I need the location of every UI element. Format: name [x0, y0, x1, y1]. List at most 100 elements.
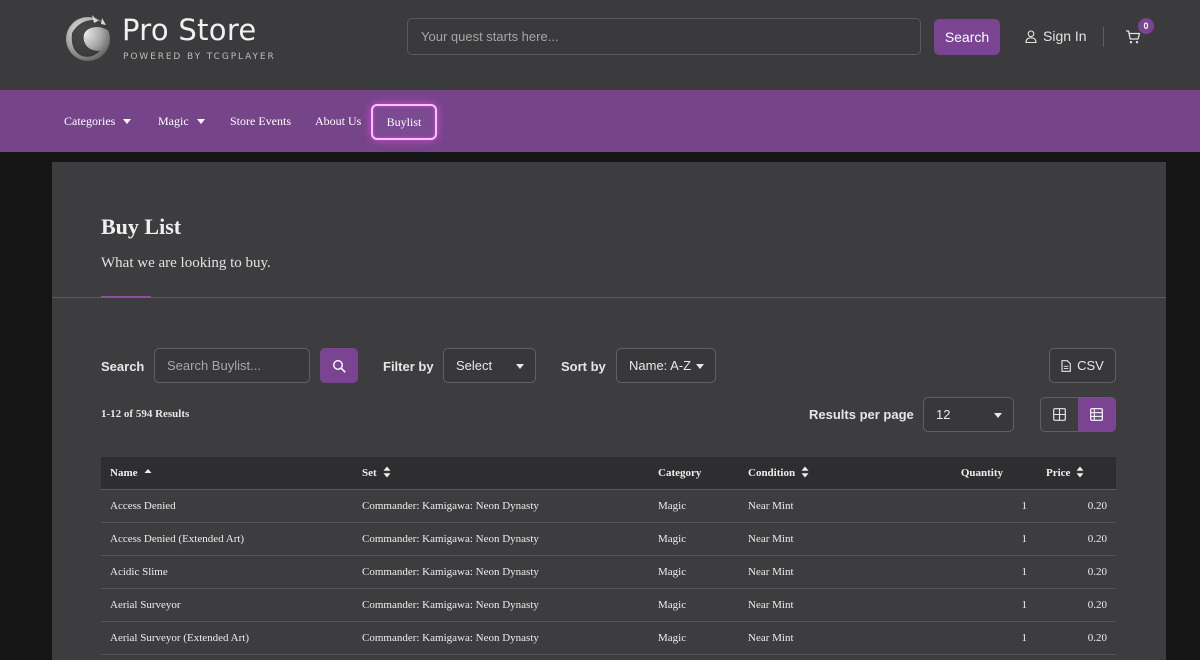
cell-category: Magic	[658, 566, 687, 578]
sign-in-link[interactable]: Sign In	[1025, 28, 1087, 44]
cell-set: Commander: Kamigawa: Neon Dynasty	[362, 566, 539, 578]
nav-item-label: Buylist	[386, 114, 422, 129]
nav-item-store-events[interactable]: Store Events	[230, 90, 291, 152]
nav-item-label: Magic	[158, 113, 189, 128]
cell-name: Access Denied (Extended Art)	[110, 533, 245, 545]
chevron-down-icon	[994, 413, 1002, 418]
logo-title: Pro Store	[122, 13, 257, 47]
nav-item-label: Categories	[64, 113, 116, 128]
column-header-name[interactable]: Name	[110, 457, 152, 490]
table-row[interactable]: Access Denied (Extended Art) Commander: …	[101, 523, 1116, 556]
table-header: Name Set Category Condition Quantity Pri…	[101, 457, 1116, 490]
chevron-down-icon	[123, 118, 132, 124]
cell-condition: Near Mint	[748, 599, 794, 611]
buylist-search-button[interactable]	[320, 348, 358, 383]
buylist-search-field[interactable]	[154, 348, 310, 383]
nav-item-categories[interactable]: Categories	[64, 90, 132, 152]
cell-category: Magic	[658, 533, 687, 545]
sort-asc-icon	[144, 469, 151, 474]
cell-condition: Near Mint	[748, 566, 794, 578]
nav-item-buylist[interactable]: Buylist	[371, 104, 437, 140]
cell-quantity: 1	[1021, 599, 1028, 611]
nav-item-about-us[interactable]: About Us	[315, 90, 361, 152]
cell-set: Commander: Kamigawa: Neon Dynasty	[362, 632, 539, 644]
cell-price: 0.20	[1087, 566, 1107, 578]
section-divider	[52, 297, 1166, 298]
column-header-label: Set	[362, 467, 377, 479]
cell-condition: Near Mint	[748, 632, 794, 644]
sort-icon	[383, 466, 391, 478]
dragon-logo-icon	[66, 15, 110, 61]
cell-category: Magic	[658, 500, 687, 512]
nav-item-magic[interactable]: Magic	[158, 90, 205, 152]
table-row[interactable]: Aerial Surveyor (Extended Art) Commander…	[101, 622, 1116, 655]
grid-view-icon	[1053, 408, 1066, 421]
cell-condition: Near Mint	[748, 500, 794, 512]
store-logo[interactable]: Pro Store POWERED BY TCGPLAYER	[62, 11, 282, 67]
column-header-label: Category	[658, 467, 702, 479]
sort-icon	[1076, 466, 1084, 478]
site-search-button[interactable]: Search	[934, 19, 1000, 55]
cell-price: 0.20	[1087, 599, 1107, 611]
sort-select-value: Name: A-Z	[629, 358, 692, 373]
list-view-icon	[1090, 408, 1103, 421]
file-icon	[1061, 359, 1071, 372]
column-header-label: Quantity	[960, 467, 1003, 479]
logo-subtitle: POWERED BY TCGPLAYER	[123, 52, 276, 62]
page-subtitle: What we are looking to buy.	[101, 255, 271, 271]
table-row[interactable]: Aerial Surveyor Commander: Kamigawa: Neo…	[101, 589, 1116, 622]
column-header-set[interactable]: Set	[362, 457, 391, 490]
column-header-quantity: Quantity	[961, 457, 1003, 490]
sort-icon	[801, 466, 809, 478]
csv-export-button[interactable]: CSV	[1049, 348, 1116, 383]
per-page-select[interactable]: 12	[923, 397, 1014, 432]
sign-in-label: Sign In	[1043, 28, 1087, 44]
column-header-category: Category	[658, 457, 701, 490]
cart-icon[interactable]	[1125, 29, 1141, 45]
view-toggle	[1040, 397, 1116, 432]
filter-label: Filter by	[383, 359, 434, 374]
csv-export-label: CSV	[1077, 358, 1104, 373]
sort-label: Sort by	[561, 359, 606, 374]
column-header-condition[interactable]: Condition	[748, 457, 809, 490]
site-search-input[interactable]	[407, 18, 921, 55]
grid-view-button[interactable]	[1041, 398, 1078, 431]
list-view-button[interactable]	[1078, 398, 1115, 431]
section-divider-accent	[101, 296, 151, 298]
cell-price: 0.20	[1087, 632, 1107, 644]
table-row[interactable]: Acidic Slime Commander: Kamigawa: Neon D…	[101, 556, 1116, 589]
filter-select[interactable]: Select	[443, 348, 536, 383]
buylist-search-input[interactable]	[167, 358, 297, 373]
chevron-down-icon	[696, 364, 704, 369]
header-divider	[1103, 27, 1104, 47]
per-page-label: Results per page	[809, 407, 914, 422]
cell-quantity: 1	[1021, 632, 1028, 644]
sort-select[interactable]: Name: A-Z	[616, 348, 716, 383]
filter-select-value: Select	[456, 358, 493, 373]
table-row[interactable]: Access Denied Commander: Kamigawa: Neon …	[101, 490, 1116, 523]
cell-name: Aerial Surveyor (Extended Art)	[110, 632, 249, 644]
cell-quantity: 1	[1021, 500, 1028, 512]
chevron-down-icon	[196, 118, 205, 124]
cell-category: Magic	[658, 632, 687, 644]
cell-set: Commander: Kamigawa: Neon Dynasty	[362, 599, 539, 611]
buylist-table: Name Set Category Condition Quantity Pri…	[101, 457, 1116, 655]
column-header-label: Condition	[748, 467, 796, 479]
cell-condition: Near Mint	[748, 533, 794, 545]
cell-price: 0.20	[1087, 533, 1107, 545]
cart-count-badge: 0	[1138, 18, 1154, 34]
nav-item-label: About Us	[315, 113, 362, 128]
cell-quantity: 1	[1021, 566, 1028, 578]
cell-name: Aerial Surveyor	[110, 599, 181, 611]
main-nav: Categories Magic Store Events About Us	[0, 90, 1200, 152]
per-page-value: 12	[936, 407, 951, 422]
results-count: 1-12 of 594 Results	[101, 408, 190, 420]
chevron-down-icon	[516, 364, 524, 369]
search-label: Search	[101, 359, 145, 374]
user-icon	[1025, 29, 1037, 43]
cell-name: Access Denied	[110, 500, 176, 512]
search-icon	[332, 359, 346, 373]
cell-price: 0.20	[1087, 500, 1107, 512]
cell-set: Commander: Kamigawa: Neon Dynasty	[362, 533, 539, 545]
column-header-price[interactable]: Price	[1046, 457, 1084, 490]
